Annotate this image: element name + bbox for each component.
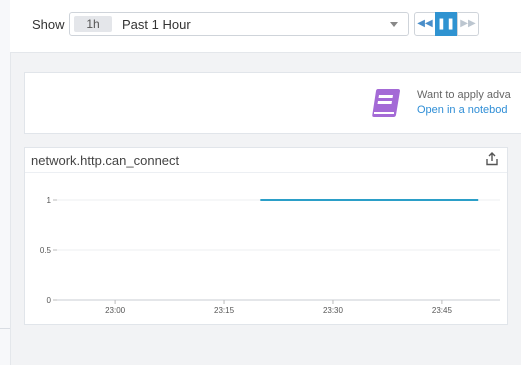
rewind-icon: ◀◀ bbox=[417, 18, 433, 29]
pause-button[interactable]: ❚❚ bbox=[435, 12, 457, 36]
show-label: Show bbox=[32, 17, 65, 32]
time-range-short-badge: 1h bbox=[74, 16, 112, 32]
share-export-icon[interactable] bbox=[485, 152, 499, 166]
notebook-promo-card: Want to apply adva Open in a notebod bbox=[24, 72, 521, 134]
chart-axes: 0 0.5 1 23:00 23:15 23:30 23:45 bbox=[40, 196, 500, 315]
y-tick-label: 0.5 bbox=[40, 246, 52, 255]
fast-forward-button[interactable]: ▶▶ bbox=[457, 12, 479, 36]
time-range-label: Past 1 Hour bbox=[122, 17, 191, 32]
open-in-notebook-link[interactable]: Open in a notebod bbox=[417, 104, 508, 116]
left-rail bbox=[0, 0, 11, 365]
x-tick-label: 23:30 bbox=[323, 306, 344, 315]
chart-grid bbox=[57, 199, 500, 251]
notebook-icon bbox=[372, 89, 400, 117]
widget-title: network.http.can_connect bbox=[31, 153, 180, 168]
time-toolbar: Show 1h Past 1 Hour ◀◀ ❚❚ ▶▶ bbox=[10, 0, 521, 53]
timeseries-widget: network.http.can_connect 0 0.5 1 23:00 23:15… bbox=[24, 147, 508, 325]
promo-text: Want to apply adva bbox=[417, 89, 511, 101]
widget-header: network.http.can_connect bbox=[25, 148, 507, 173]
y-tick-label: 1 bbox=[47, 196, 52, 205]
y-tick-label: 0 bbox=[47, 296, 52, 305]
x-tick-label: 23:15 bbox=[214, 306, 235, 315]
time-range-select[interactable]: 1h Past 1 Hour bbox=[69, 12, 409, 36]
pause-icon: ❚❚ bbox=[436, 18, 456, 30]
left-rail-divider bbox=[0, 328, 10, 329]
rewind-button[interactable]: ◀◀ bbox=[414, 12, 436, 36]
fast-forward-icon: ▶▶ bbox=[460, 18, 476, 29]
line-chart: 0 0.5 1 23:00 23:15 23:30 23:45 bbox=[40, 196, 500, 315]
chevron-down-icon bbox=[390, 22, 398, 27]
x-tick-label: 23:45 bbox=[432, 306, 453, 315]
x-tick-label: 23:00 bbox=[105, 306, 126, 315]
